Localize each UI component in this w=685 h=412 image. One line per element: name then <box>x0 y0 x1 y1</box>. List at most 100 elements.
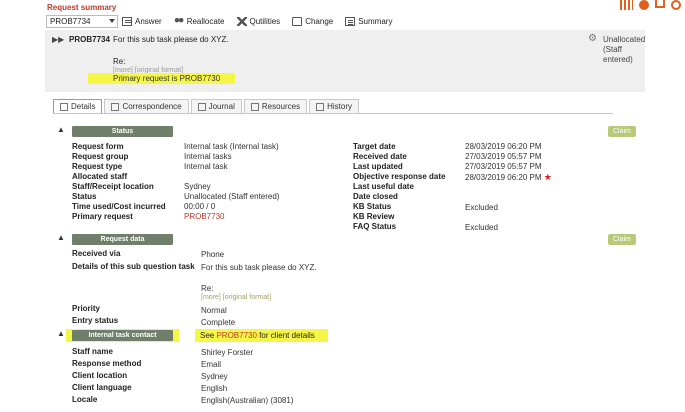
status-values-left: Internal task (Internal task) Internal t… <box>184 142 334 222</box>
see-suffix: for client details <box>259 331 315 340</box>
status-labels-right: Target date Received date Last updated O… <box>353 142 465 232</box>
allocation-status: Unallocated (Staff entered) <box>603 35 646 64</box>
field-value: Phone <box>201 250 225 259</box>
resources-icon <box>250 102 259 111</box>
summary-button[interactable]: Summary <box>345 17 392 26</box>
field-label: Last useful date <box>353 182 414 191</box>
journal-icon <box>197 102 206 111</box>
request-id: PROB7734 <box>69 35 110 44</box>
field-label: Details of this sub question task <box>72 262 195 271</box>
home-icon[interactable] <box>655 0 665 8</box>
qutilities-button[interactable]: Qutilities <box>236 17 281 26</box>
primary-request-note: Primary request is PROB7730 <box>88 73 235 84</box>
people-icon <box>173 17 184 26</box>
change-label: Change <box>305 17 334 26</box>
collapse-request-icon[interactable]: ▲ <box>57 233 65 242</box>
tab-details[interactable]: Details <box>53 99 103 113</box>
field-label: Time used/Cost incurred <box>72 202 166 211</box>
client-details-note: See PROB7730 for client details <box>195 329 328 342</box>
field-value: Excluded <box>465 223 498 232</box>
expand-icon[interactable]: ▶▶ <box>52 35 64 44</box>
field-label: Allocated staff <box>72 172 128 181</box>
answer-button[interactable]: Answer <box>122 17 162 26</box>
request-select-value: PROB7734 <box>50 17 91 26</box>
contact-labels: Staff name Response method Client locati… <box>72 346 192 406</box>
original-format-link[interactable]: [original format] <box>223 294 271 301</box>
field-label: Staff/Receipt location <box>72 182 154 191</box>
status-labels-left: Request form Request group Request type … <box>72 142 184 222</box>
claim-button[interactable]: Claim <box>608 126 636 137</box>
tab-resources[interactable]: Resources <box>243 99 308 113</box>
reply-prefix: Re: <box>113 57 126 66</box>
field-label: Request type <box>72 162 123 171</box>
qutilities-label: Qutilities <box>249 17 281 26</box>
tab-label: Journal <box>208 102 235 111</box>
answer-icon <box>122 17 132 26</box>
field-label: Date closed <box>353 192 398 201</box>
field-value: Internal task (Internal task) <box>184 142 279 151</box>
summary-icon <box>345 17 356 26</box>
field-label: Target date <box>353 142 396 151</box>
more-link[interactable]: [more] <box>201 294 221 301</box>
field-label: Objective response date <box>353 172 446 181</box>
gear-icon[interactable]: ⚙ <box>588 33 597 44</box>
field-label: Locale <box>72 395 98 404</box>
collapse-contact-icon[interactable]: ▲ <box>57 329 65 338</box>
settings-icon[interactable] <box>671 0 681 10</box>
mail-icon <box>111 102 120 111</box>
tab-history[interactable]: History <box>309 99 359 113</box>
field-value: Sydney <box>201 372 228 381</box>
contact-values: Shirley Forster Email Sydney English Eng… <box>201 347 351 407</box>
collapse-status-icon[interactable]: ▲ <box>57 125 65 134</box>
tab-divider <box>53 113 613 114</box>
field-value: English(Australian) (3081) <box>201 396 294 405</box>
toolbar: Answer Reallocate Qutilities Change Summ… <box>122 15 392 28</box>
edit-icon <box>292 17 303 26</box>
field-value: Excluded <box>465 203 498 212</box>
field-label: Client location <box>72 371 128 380</box>
field-label: Received date <box>353 152 407 161</box>
reallocate-button[interactable]: Reallocate <box>173 17 225 26</box>
more-links-2: [more] [original format] <box>201 294 271 301</box>
primary-request-link-2[interactable]: PROB7730 <box>216 331 256 340</box>
field-value: 00:00 / 0 <box>184 202 216 211</box>
contact-section-header: Internal task contact <box>72 330 173 341</box>
field-label: Response method <box>72 359 142 368</box>
tab-correspondence[interactable]: Correspondence <box>104 99 189 113</box>
field-label: Staff name <box>72 347 113 356</box>
field-label: Received via <box>72 249 121 258</box>
history-icon <box>316 102 325 111</box>
top-right-icons <box>620 0 681 10</box>
request-subject: For this sub task please do XYZ. <box>113 35 229 44</box>
field-value: 28/03/2019 06:20 PM <box>465 173 542 182</box>
claim-button-2[interactable]: Claim <box>608 234 636 245</box>
field-label: Primary request <box>72 212 133 221</box>
field-value: For this sub task please do XYZ. <box>201 263 317 272</box>
notification-icon[interactable] <box>639 0 649 10</box>
summary-label: Summary <box>358 17 393 26</box>
request-data-header: Request data <box>72 234 173 245</box>
field-value: Shirley Forster <box>201 348 254 357</box>
field-value: Sydney <box>184 182 211 191</box>
tools-icon <box>236 17 247 26</box>
field-value <box>465 213 585 223</box>
chevron-down-icon <box>109 19 115 23</box>
status-section-header: Status <box>72 126 173 137</box>
tab-journal[interactable]: Journal <box>190 99 242 113</box>
detail-tabs: Details Correspondence Journal Resources… <box>53 99 359 113</box>
answer-label: Answer <box>135 17 162 26</box>
request-select[interactable]: PROB7734 <box>46 15 118 28</box>
status-values-right: 28/03/2019 06:20 PM 27/03/2019 05:57 PM … <box>465 142 585 233</box>
tab-label: History <box>327 102 352 111</box>
field-value: Internal task <box>184 162 228 171</box>
primary-request-link[interactable]: PROB7730 <box>184 212 334 222</box>
field-label: Priority <box>72 304 101 313</box>
field-value: Unallocated (Staff entered) <box>184 192 280 201</box>
reallocate-label: Reallocate <box>186 17 225 26</box>
field-value-objective: 28/03/2019 06:20 PM ★ <box>465 172 585 183</box>
reply-prefix: Re: <box>201 284 214 293</box>
change-button[interactable]: Change <box>292 17 333 26</box>
apps-grid-icon[interactable] <box>620 0 633 10</box>
field-label: Last updated <box>353 162 403 171</box>
tab-label: Details <box>71 102 96 111</box>
